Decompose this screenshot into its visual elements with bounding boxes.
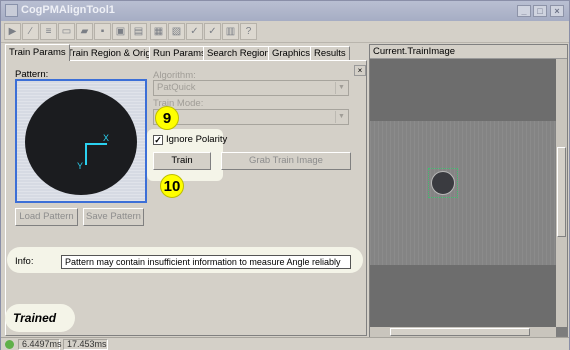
grid-icon[interactable]: ▥ [222,23,239,40]
status-time-1: 6.4497ms [18,339,62,350]
step-10-callout: 10 [160,174,184,198]
train-region-marker[interactable] [428,168,458,198]
tab-train-params[interactable]: Train Params [5,44,70,61]
image-icon[interactable]: ▣ [112,23,129,40]
grab-icon[interactable]: ▦ [150,23,167,40]
tool-window: CogPMAlignTool1 _ □ × ▶ ∕ ≡ ▭ ▰ ▪ ▣ ▤ ▦ … [0,0,570,350]
info-field: Pattern may contain insufficient informa… [61,255,351,269]
step-9-callout: 9 [155,106,179,130]
live-icon[interactable]: ▭ [58,23,75,40]
algorithm-select[interactable]: PatQuick ▼ [153,80,349,96]
toolbar: ▶ ∕ ≡ ▭ ▰ ▪ ▣ ▤ ▦ ▧ ✓ ✓ ▥ ? [1,21,569,43]
edit-icon[interactable]: ∕ [22,23,39,40]
tab-results[interactable]: Results [310,46,350,61]
tab-search-region[interactable]: Search Region [203,46,274,61]
status-ok-icon [5,340,14,349]
status-time-2: 17.453ms [63,339,108,350]
pattern-y-axis [85,143,87,165]
image-pane: Current.TrainImage [369,44,568,337]
train-mode-select[interactable]: ▼ [153,109,349,125]
image-display[interactable] [370,59,556,327]
minimize-icon[interactable]: _ [517,5,531,17]
status-bar: 6.4497ms 17.453ms [1,337,569,350]
close-icon[interactable]: × [550,5,564,17]
pattern-x-axis [85,143,107,145]
pattern-y-label: Y [77,161,84,171]
tab-run-params[interactable]: Run Params [149,46,210,61]
panel-close-icon[interactable]: × [354,65,366,76]
load-pattern-button[interactable]: Load Pattern [15,208,78,226]
algorithm-value: PatQuick [157,82,196,93]
info-label: Info: [15,256,34,267]
save-pattern-button[interactable]: Save Pattern [83,208,144,226]
open-icon[interactable]: ▰ [76,23,93,40]
vertical-scroll-thumb[interactable] [557,147,566,237]
chevron-down-icon: ▼ [335,82,347,94]
title-bar: CogPMAlignTool1 _ □ × [1,1,569,21]
pattern-x-label: X [103,133,110,143]
pattern-circle [25,89,137,195]
window-title: CogPMAlignTool1 [21,4,115,16]
help-icon[interactable]: ? [240,23,257,40]
chevron-down-icon: ▼ [335,111,347,123]
reset-icon[interactable]: ▤ [130,23,147,40]
electric-icon[interactable]: ≡ [40,23,57,40]
train-image [370,121,556,265]
grab-train-image-button[interactable]: Grab Train Image [221,152,351,170]
tab-graphics[interactable]: Graphics [268,46,315,61]
vertical-scrollbar[interactable] [556,59,567,327]
pattern-display: X Y [15,79,147,203]
ignore-polarity-checkbox[interactable]: ✓ [153,135,163,145]
horizontal-scrollbar[interactable] [370,327,556,337]
check-icon[interactable]: ✓ [186,23,203,40]
save-icon[interactable]: ▪ [94,23,111,40]
ignore-polarity-label: Ignore Polarity [166,134,228,145]
tab-train-region-origin[interactable]: Train Region & Origin [63,46,162,61]
horizontal-scroll-thumb[interactable] [390,328,530,336]
show-icon[interactable]: ▧ [168,23,185,40]
run-icon[interactable]: ▶ [4,23,21,40]
app-icon [5,4,18,17]
train-button[interactable]: Train [153,152,211,170]
check-alt-icon[interactable]: ✓ [204,23,221,40]
image-pane-title: Current.TrainImage [370,45,567,59]
trained-status: Trained [5,304,75,332]
maximize-icon[interactable]: □ [533,5,547,17]
